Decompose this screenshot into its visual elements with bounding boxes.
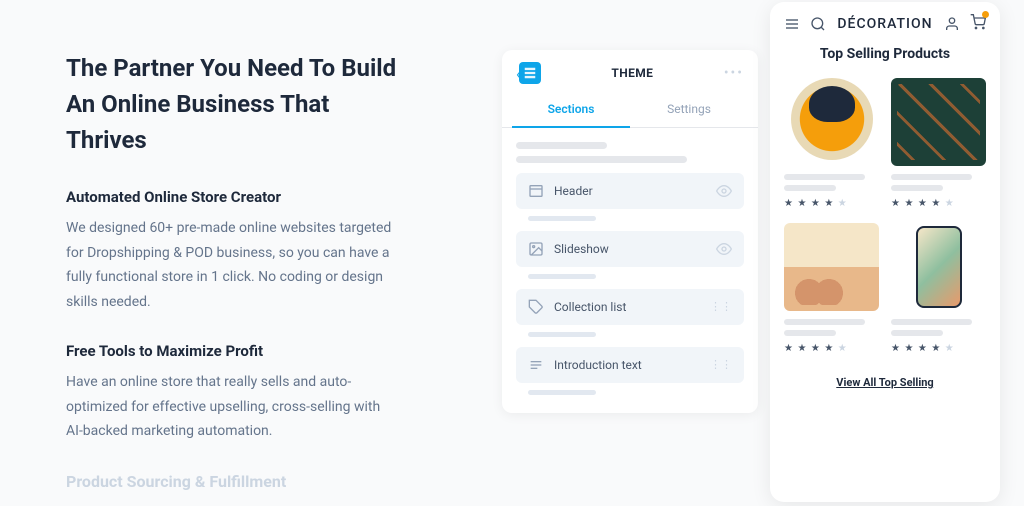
skeleton-line [516,142,607,149]
skeleton-line [528,390,596,395]
section-label: Slideshow [554,242,706,256]
feature-title: Automated Online Store Creator [66,188,400,206]
feature-block: Free Tools to Maximize Profit Have an on… [66,342,400,444]
product-image [784,78,879,166]
product-image [784,223,879,311]
drag-handle-icon[interactable]: ⋮⋮ [710,362,732,369]
text-icon [528,357,544,373]
product-card[interactable]: ★ ★ ★ ★ ★ [891,78,986,209]
rating-stars: ★ ★ ★ ★ ★ [891,343,986,354]
skeleton-line [891,319,972,325]
rating-stars: ★ ★ ★ ★ ★ [784,198,879,209]
section-item-intro[interactable]: Introduction text ⋮⋮ [516,347,744,383]
menu-icon[interactable] [784,16,800,32]
skeleton-line [891,330,943,336]
section-item-collection[interactable]: Collection list ⋮⋮ [516,289,744,325]
rating-stars: ★ ★ ★ ★ ★ [784,343,879,354]
skeleton-line [784,330,836,336]
cart-icon[interactable] [970,14,986,34]
skeleton-line [891,185,943,191]
drag-handle-icon[interactable]: ⋮⋮ [710,304,732,311]
skeleton-line [528,332,596,337]
theme-editor-panel: ‹ THEME ••• Sections Settings Header [502,50,758,413]
panel-title: THEME [611,66,653,80]
rating-stars: ★ ★ ★ ★ ★ [891,198,986,209]
section-label: Header [554,184,706,198]
feature-body: Have an online store that really sells a… [66,370,400,444]
eye-icon[interactable] [716,183,732,199]
feature-faded: Product Sourcing & Fulfillment [66,472,400,491]
product-image [891,78,986,166]
product-image [891,223,986,311]
user-icon[interactable] [944,16,960,32]
tag-icon [528,299,544,315]
tab-sections[interactable]: Sections [512,92,630,128]
skeleton-line [528,274,596,279]
product-card[interactable]: ★ ★ ★ ★ ★ [891,223,986,354]
layout-icon [528,183,544,199]
eye-icon[interactable] [716,241,732,257]
product-card[interactable]: ★ ★ ★ ★ ★ [784,78,879,209]
skeleton-line [516,156,687,163]
skeleton-line [528,216,596,221]
skeleton-line [784,185,836,191]
phone-preview: DÉCORATION Top Selling Products ★ ★ ★ ★ … [770,2,1000,502]
headline: The Partner You Need To Build An Online … [66,50,400,158]
section-item-slideshow[interactable]: Slideshow [516,231,744,267]
image-icon [528,241,544,257]
section-item-header[interactable]: Header [516,173,744,209]
section-label: Collection list [554,300,700,314]
tab-settings[interactable]: Settings [630,92,748,127]
more-icon[interactable]: ••• [724,65,744,81]
feature-title: Free Tools to Maximize Profit [66,342,400,360]
skeleton-line [891,174,972,180]
store-brand: DÉCORATION [837,16,932,32]
search-icon[interactable] [810,16,826,32]
section-label: Introduction text [554,358,700,372]
section-heading: Top Selling Products [784,46,986,62]
skeleton-line [784,174,865,180]
app-logo-icon [519,62,541,84]
marketing-copy: The Partner You Need To Build An Online … [0,0,430,506]
feature-block: Automated Online Store Creator We design… [66,188,400,314]
skeleton-line [784,319,865,325]
feature-body: We designed 60+ pre-made online websites… [66,216,400,314]
view-all-link[interactable]: View All Top Selling [784,376,986,389]
product-card[interactable]: ★ ★ ★ ★ ★ [784,223,879,354]
